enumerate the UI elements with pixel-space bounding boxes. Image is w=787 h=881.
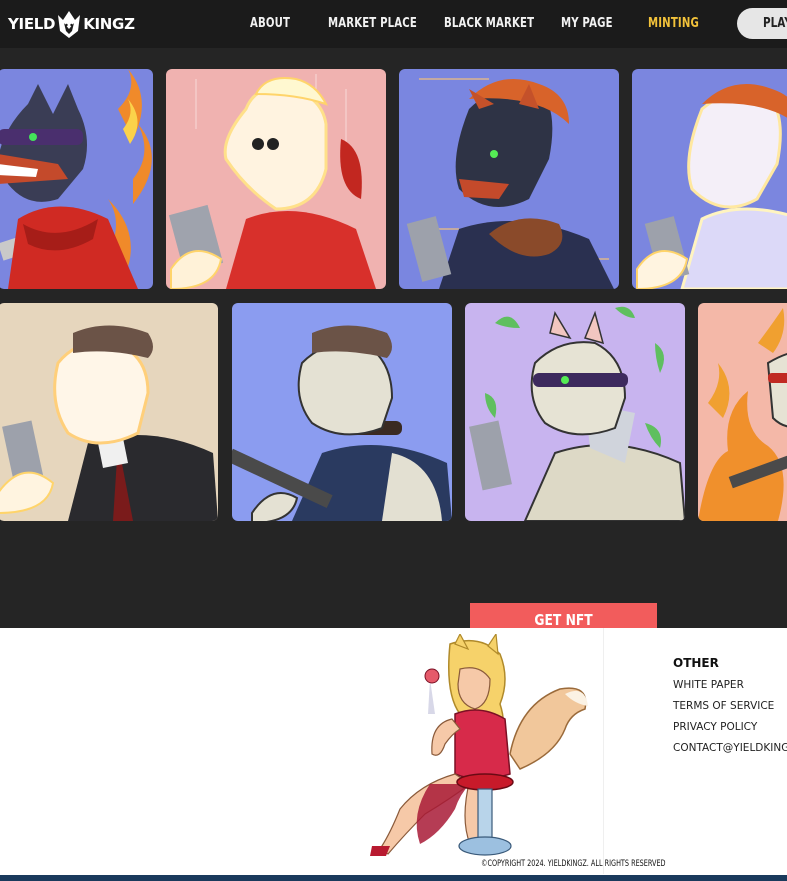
nft-card-doberman-orange-hair[interactable]	[399, 69, 619, 289]
glowing-dog-orange-hair-image	[632, 69, 787, 289]
doberman-orange-hair-image	[399, 69, 619, 289]
crown-wolf-icon	[58, 11, 81, 38]
get-nft-button[interactable]: GET NFT	[470, 603, 657, 628]
nft-card-white-weasel-rifle[interactable]	[232, 303, 452, 521]
nft-gallery: GET NFT	[0, 48, 787, 628]
footer: OTHER WHITE PAPER TERMS OF SERVICE PRIVA…	[0, 628, 787, 881]
copyright-text: ©COPYRIGHT 2024. YIELDKINGZ. ALL RIGHTS …	[481, 859, 666, 869]
nft-card-white-weasel-mask[interactable]	[465, 303, 685, 521]
play-button-label: PLAY	[763, 16, 787, 31]
get-nft-label: GET NFT	[534, 611, 593, 628]
white-weasel-mask-image	[465, 303, 685, 521]
glowing-dog-image	[166, 69, 386, 289]
play-button[interactable]: PLAY	[737, 8, 787, 39]
nav-market-place[interactable]: MARKET PLACE	[328, 16, 417, 31]
white-weasel-rifle-image	[232, 303, 452, 521]
footer-link-white-paper[interactable]: WHITE PAPER	[673, 679, 787, 691]
top-navbar: YIELD KINGZ ABOUT MARKET PLACE BLACK MAR…	[0, 0, 787, 48]
nft-card-doberman-fire[interactable]	[0, 69, 153, 289]
nft-card-fox-fire[interactable]	[698, 303, 787, 521]
footer-link-contact[interactable]: CONTACT@YIELDKING	[673, 742, 787, 754]
footer-link-terms[interactable]: TERMS OF SERVICE	[673, 700, 787, 712]
nav-minting[interactable]: MINTING	[648, 16, 699, 31]
footer-other-links: OTHER WHITE PAPER TERMS OF SERVICE PRIVA…	[673, 656, 787, 763]
brand-logo[interactable]: YIELD KINGZ	[8, 10, 135, 38]
fox-girl-mascot-image	[370, 634, 588, 856]
footer-bottom-bar	[0, 875, 787, 881]
footer-divider	[603, 628, 604, 874]
doberman-fire-image	[0, 69, 153, 289]
footer-other-heading: OTHER	[673, 656, 719, 670]
glowing-weasel-suit-image	[0, 303, 218, 521]
nav-about[interactable]: ABOUT	[250, 16, 290, 31]
nft-card-glowing-dog-orange-hair[interactable]	[632, 69, 787, 289]
brand-name-right: KINGZ	[83, 15, 135, 33]
fox-fire-image	[698, 303, 787, 521]
nav-my-page[interactable]: MY PAGE	[561, 16, 613, 31]
footer-link-privacy[interactable]: PRIVACY POLICY	[673, 721, 787, 733]
brand-name-left: YIELD	[8, 15, 56, 33]
nft-card-glowing-weasel-suit[interactable]	[0, 303, 218, 521]
nft-card-glowing-dog[interactable]	[166, 69, 386, 289]
nav-black-market[interactable]: BLACK MARKET	[444, 16, 534, 31]
